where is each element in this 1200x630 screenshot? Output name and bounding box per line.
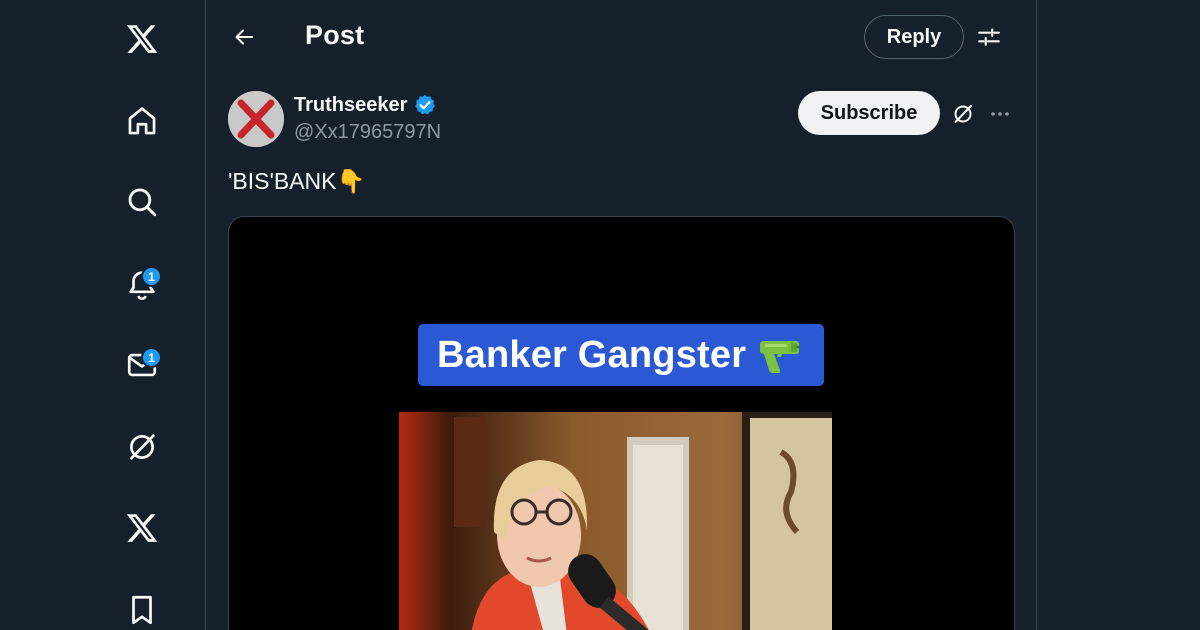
messages-icon[interactable]: 1	[118, 341, 166, 389]
post-header: Post Reply	[206, 0, 1036, 75]
author-handle[interactable]: @Xx17965797N	[294, 121, 441, 144]
left-sidebar: 1 1	[0, 0, 205, 630]
verified-badge-icon	[413, 93, 437, 117]
avatar[interactable]	[228, 91, 284, 147]
water-pistol-icon	[756, 336, 802, 374]
page-title: Post	[305, 20, 365, 50]
messages-badge: 1	[141, 347, 162, 368]
grok-icon[interactable]	[118, 423, 166, 471]
post-video[interactable]: Banker Gangster	[228, 216, 1015, 630]
home-icon[interactable]	[118, 97, 166, 145]
grok-icon[interactable]	[949, 100, 977, 128]
column-divider-right	[1036, 0, 1037, 630]
video-frame	[399, 412, 832, 630]
subscribe-button[interactable]: Subscribe	[798, 91, 940, 135]
author-display-name[interactable]: Truthseeker	[294, 94, 407, 117]
video-caption-text: Banker Gangster	[437, 333, 747, 376]
notifications-badge: 1	[141, 266, 162, 287]
x-logo-icon[interactable]	[118, 15, 166, 63]
adjust-icon[interactable]	[973, 21, 1005, 53]
bookmark-icon[interactable]	[118, 586, 166, 630]
more-options-icon[interactable]	[986, 100, 1014, 128]
notifications-icon[interactable]: 1	[118, 260, 166, 308]
search-icon[interactable]	[118, 178, 166, 226]
x-premium-icon[interactable]	[118, 504, 166, 552]
author-name-row[interactable]: Truthseeker	[294, 93, 437, 117]
video-caption-banner: Banker Gangster	[418, 324, 824, 386]
back-arrow-icon[interactable]	[226, 19, 262, 55]
post-detail-column: Post Reply Truthseeker @Xx17965797N Subs…	[206, 0, 1036, 630]
reply-button[interactable]: Reply	[864, 15, 964, 59]
post-text: 'BIS'BANK👇	[228, 168, 366, 194]
